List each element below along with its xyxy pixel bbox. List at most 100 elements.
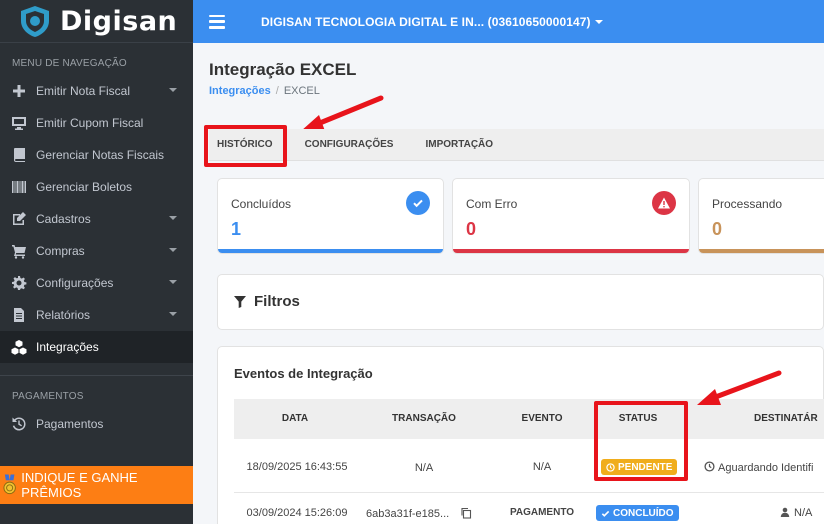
- sidebar-item-label: Gerenciar Boletos: [36, 180, 133, 194]
- events-title: Eventos de Integração: [234, 366, 373, 381]
- caret-down-icon: [169, 312, 177, 316]
- stat-value: 1: [231, 219, 242, 239]
- status-text: CONCLUÍDO: [613, 507, 674, 519]
- stat-bar: [453, 249, 689, 253]
- referral-promo-button[interactable]: INDIQUE E GANHE PRÊMIOS: [0, 466, 193, 504]
- brand-logo[interactable]: Digisan: [0, 0, 193, 43]
- menu-toggle-icon[interactable]: [209, 14, 225, 29]
- copy-icon[interactable]: [460, 507, 472, 519]
- warning-icon: [652, 191, 676, 215]
- barcode-icon: [10, 179, 28, 195]
- document-icon: [10, 307, 28, 323]
- medal-icon: [3, 474, 16, 495]
- annotation-box-status: [594, 401, 688, 481]
- cell-transacao: 6ab3a31f-e185...: [366, 507, 472, 520]
- sidebar-item-compras[interactable]: Compras: [0, 235, 193, 267]
- table-row[interactable]: 18/09/2025 16:43:55 N/A N/A PENDENTE Agu…: [234, 439, 824, 493]
- shield-logo-icon: [21, 6, 49, 37]
- user-icon: [780, 507, 790, 517]
- monitor-icon: [10, 115, 28, 131]
- sidebar-item-gerenciar-boletos[interactable]: Gerenciar Boletos: [0, 171, 193, 203]
- brand-name: Digisan: [60, 5, 178, 37]
- sidebar: Digisan MENU DE NAVEGAÇÃO Emitir Nota Fi…: [0, 0, 193, 524]
- sidebar-item-label: Compras: [36, 244, 85, 258]
- filters-panel[interactable]: Filtros: [217, 274, 824, 330]
- cell-data: 03/09/2024 15:26:09: [246, 507, 348, 519]
- sidebar-item-emitir-cupom-fiscal[interactable]: Emitir Cupom Fiscal: [0, 107, 193, 139]
- edit-icon: [10, 211, 28, 227]
- tab-configuracoes[interactable]: CONFIGURAÇÕES: [297, 139, 394, 150]
- history-icon: [10, 416, 28, 432]
- check-circle-icon: [406, 191, 430, 215]
- cell-destinatario: N/A: [780, 507, 812, 519]
- stat-label: Processando: [712, 197, 783, 211]
- cell-transacao: N/A: [414, 462, 434, 474]
- sidebar-item-configuracoes[interactable]: Configurações: [0, 267, 193, 299]
- page-title: Integração EXCEL: [209, 60, 357, 79]
- transaction-id: 6ab3a31f-e185...: [366, 508, 450, 520]
- caret-down-icon: [169, 88, 177, 92]
- gear-icon: [10, 275, 28, 291]
- main-content: Integração EXCEL Integrações / EXCEL HISTÓ…: [193, 43, 824, 524]
- sidebar-item-label: Gerenciar Notas Fiscais: [36, 148, 165, 162]
- cell-evento: PAGAMENTO: [509, 507, 575, 518]
- sidebar-item-cadastros[interactable]: Cadastros: [0, 203, 193, 235]
- sidebar-item-label: Relatórios: [36, 308, 91, 322]
- breadcrumb-separator: /: [275, 85, 279, 97]
- sidebar-item-gerenciar-notas-fiscais[interactable]: Gerenciar Notas Fiscais: [0, 139, 193, 171]
- sidebar-item-label: Integrações: [36, 340, 99, 354]
- cell-data: 18/09/2025 16:43:55: [246, 461, 348, 473]
- filter-icon: [234, 295, 246, 308]
- sidebar-item-emitir-nota-fiscal[interactable]: Emitir Nota Fiscal: [0, 75, 193, 107]
- column-header-transacao: TRANSAÇÃO: [392, 413, 456, 424]
- destinatario-text: N/A: [794, 507, 813, 519]
- cubes-icon: [10, 339, 28, 355]
- sidebar-item-label: Emitir Nota Fiscal: [36, 84, 131, 98]
- sidebar-item-label: Emitir Cupom Fiscal: [36, 116, 144, 130]
- cell-evento: N/A: [532, 461, 552, 473]
- filters-toggle[interactable]: Filtros: [234, 293, 300, 310]
- filters-title: Filtros: [254, 293, 300, 310]
- sidebar-item-label: Pagamentos: [36, 417, 104, 431]
- top-navbar: DIGISAN TECNOLOGIA DIGITAL E IN... (0361…: [193, 0, 824, 43]
- annotation-box-historico: [204, 125, 287, 167]
- sidebar-item-label: Cadastros: [36, 212, 91, 226]
- payments-section-header: PAGAMENTOS: [12, 391, 84, 402]
- sidebar-item-relatorios[interactable]: Relatórios: [0, 299, 193, 331]
- caret-down-icon: [594, 20, 603, 25]
- caret-down-icon: [169, 248, 177, 252]
- nav-section-header: MENU DE NAVEGAÇÃO: [12, 58, 127, 69]
- tab-importacao[interactable]: IMPORTAÇÃO: [417, 139, 493, 150]
- sidebar-item-pagamentos[interactable]: Pagamentos: [0, 408, 193, 440]
- column-header-data: DATA: [281, 413, 309, 424]
- stat-label: Concluídos: [231, 197, 292, 211]
- plus-icon: [10, 83, 28, 99]
- tab-bar: HISTÓRICO CONFIGURAÇÕES IMPORTAÇÃO: [209, 129, 824, 161]
- stat-bar: [699, 249, 824, 253]
- stat-card-processando: Processando 0: [698, 178, 824, 254]
- book-icon: [10, 147, 28, 163]
- promo-label: INDIQUE E GANHE PRÊMIOS: [21, 470, 138, 500]
- stat-bar: [218, 249, 443, 253]
- stat-card-concluidos: Concluídos 1: [217, 178, 444, 254]
- stat-card-com-erro: Com Erro 0: [452, 178, 690, 254]
- clock-icon: [704, 461, 715, 472]
- stat-label: Com Erro: [466, 197, 518, 211]
- caret-down-icon: [169, 280, 177, 284]
- status-badge-concluido: CONCLUÍDO: [596, 505, 679, 521]
- destinatario-text: Aguardando Identifi: [718, 462, 814, 474]
- caret-down-icon: [169, 216, 177, 220]
- column-header-destinatario: DESTINATÁR: [754, 413, 818, 424]
- table-row[interactable]: 03/09/2024 15:26:09 6ab3a31f-e185... PAG…: [234, 493, 824, 524]
- breadcrumb-link-integracoes[interactable]: Integrações: [209, 85, 271, 97]
- company-name: DIGISAN TECNOLOGIA DIGITAL E IN... (0361…: [261, 14, 591, 29]
- sidebar-item-integracoes[interactable]: Integrações: [0, 331, 193, 363]
- stat-value: 0: [712, 219, 723, 239]
- stat-value: 0: [466, 219, 477, 239]
- cell-destinatario: Aguardando Identifi: [704, 461, 813, 474]
- check-icon: [601, 510, 610, 517]
- sidebar-item-label: Configurações: [36, 276, 114, 290]
- cart-icon: [10, 243, 28, 259]
- company-selector[interactable]: DIGISAN TECNOLOGIA DIGITAL E IN... (0361…: [261, 15, 603, 29]
- annotation-arrow: [697, 370, 782, 405]
